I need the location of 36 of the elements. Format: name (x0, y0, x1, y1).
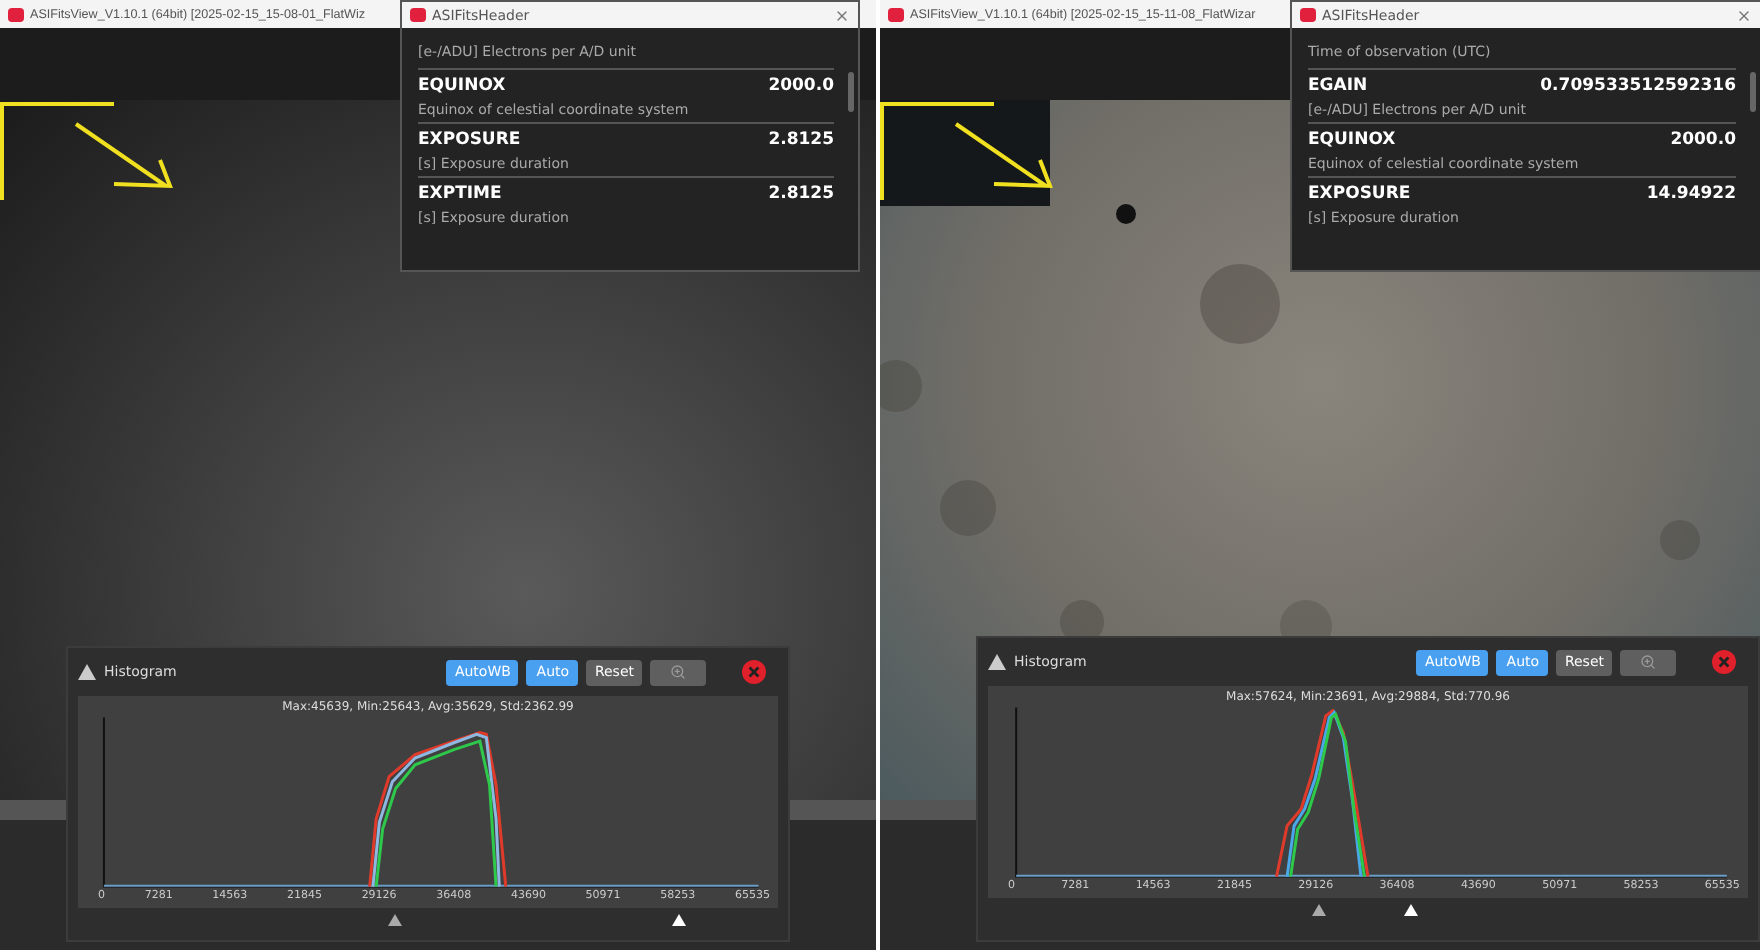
close-icon[interactable] (834, 7, 850, 23)
dust-spot (1116, 204, 1136, 224)
histogram-icon (988, 654, 1006, 670)
close-icon[interactable] (1712, 650, 1736, 674)
level-handle[interactable] (1403, 904, 1418, 916)
entry-value: 2000.0 (1670, 130, 1736, 150)
dust-spot (1200, 264, 1280, 344)
close-icon[interactable] (742, 660, 766, 684)
entry-key: EXPOSURE (1308, 184, 1411, 204)
entry-value: 2.8125 (768, 130, 834, 150)
entry-key: EGAIN (1308, 76, 1368, 96)
close-icon[interactable] (1736, 7, 1752, 23)
histogram-icon (78, 664, 96, 680)
entry-key: EXPOSURE (418, 130, 521, 150)
entry-key: EQUINOX (418, 76, 506, 96)
zoom-button[interactable] (650, 659, 706, 685)
entry-value: 2.8125 (768, 184, 834, 204)
app-icon (410, 8, 426, 22)
zoom-icon (670, 664, 686, 680)
entry-value: 2000.0 (768, 76, 834, 96)
level-handle[interactable] (672, 914, 687, 926)
app-icon (8, 7, 24, 21)
entry-value: 14.94922 (1646, 184, 1736, 204)
dust-spot (880, 360, 922, 412)
scrollbar-thumb[interactable] (1750, 72, 1756, 112)
zoom-icon (1640, 654, 1656, 670)
level-handle[interactable] (1311, 904, 1326, 916)
scrollbar-thumb[interactable] (848, 72, 854, 112)
entry-key: EXPTIME (418, 184, 502, 204)
dust-spot (940, 480, 996, 536)
app-icon (888, 7, 904, 21)
level-handle[interactable] (388, 914, 403, 926)
app-icon (1300, 8, 1316, 22)
entry-key: EQUINOX (1308, 130, 1396, 150)
zoom-button[interactable] (1620, 649, 1676, 675)
entry-value: 0.709533512592316 (1540, 76, 1736, 96)
